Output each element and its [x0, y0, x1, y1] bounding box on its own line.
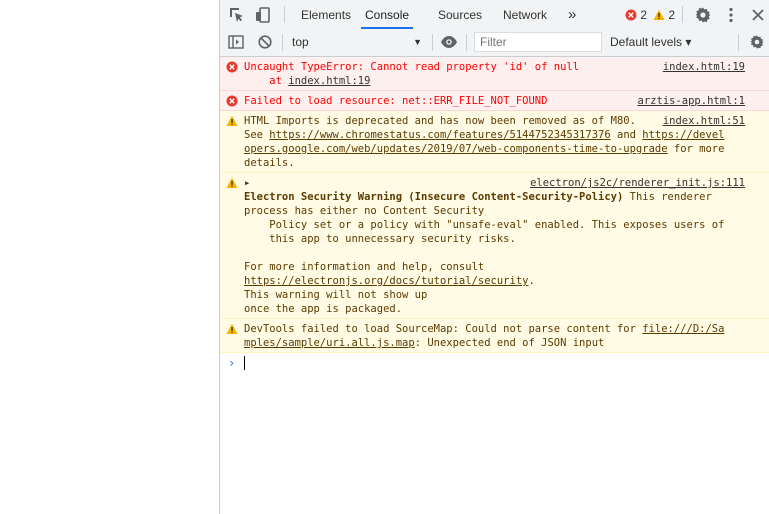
message-text-part: DevTools failed to load SourceMap: Could…	[244, 323, 643, 335]
source-link[interactable]: electron/js2c/renderer_init.js:111	[530, 176, 745, 190]
prompt-chevron-icon: ›	[228, 356, 236, 370]
warning-count: 2	[668, 8, 676, 22]
close-icon[interactable]	[749, 6, 767, 24]
source-link[interactable]: index.html:19	[663, 60, 745, 74]
more-tabs-button[interactable]: »	[568, 0, 576, 29]
tab-sources[interactable]: Sources	[438, 0, 482, 29]
console-settings-gear-icon[interactable]	[749, 34, 765, 50]
show-sidebar-icon[interactable]	[228, 34, 244, 50]
inspect-element-icon[interactable]	[228, 6, 246, 24]
message-text: process has either no Content Security	[244, 205, 485, 217]
message-text-part: for more	[667, 143, 725, 155]
warning-count-badge[interactable]: 2	[653, 7, 675, 23]
error-count-badge[interactable]: 2	[625, 7, 647, 23]
console-warning-message[interactable]: HTML Imports is deprecated and has now b…	[220, 111, 769, 173]
web-components-link[interactable]: opers.google.com/web/updates/2019/07/web…	[244, 143, 668, 155]
sourcemap-link[interactable]: mples/sample/uri.all.js.map	[244, 337, 415, 349]
toolbar-divider	[466, 34, 467, 51]
log-levels-dropdown[interactable]: Default levels ▾	[610, 31, 691, 53]
error-icon	[226, 95, 238, 107]
expand-arrow-icon[interactable]: ▸	[244, 177, 250, 189]
message-text-part: .	[528, 275, 535, 287]
console-messages: Uncaught TypeError: Cannot read property…	[220, 57, 769, 373]
context-value: top	[292, 35, 309, 49]
blank-app-area	[0, 0, 219, 514]
tabbar-divider	[682, 6, 683, 23]
electron-security-link[interactable]: https://electronjs.org/docs/tutorial/sec…	[244, 275, 528, 287]
filter-input[interactable]	[474, 32, 602, 52]
devtools-tabbar: Elements Console Sources Network » 2 2	[220, 0, 769, 30]
warning-icon	[226, 115, 238, 126]
error-count: 2	[640, 8, 648, 22]
dropdown-arrow-icon: ▼	[413, 37, 422, 47]
toolbar-divider	[282, 34, 283, 51]
stack-prefix: at	[244, 75, 289, 87]
message-text: See https://www.chromestatus.com/feature…	[244, 128, 745, 142]
message-text: https://electronjs.org/docs/tutorial/sec…	[244, 274, 745, 288]
message-text: opers.google.com/web/updates/2019/07/web…	[244, 142, 745, 156]
sourcemap-link[interactable]: file:///D:/Sa	[642, 323, 724, 335]
message-text-part: See	[244, 129, 270, 141]
tab-console[interactable]: Console	[361, 0, 414, 29]
warning-icon	[653, 9, 665, 20]
device-toolbar-icon[interactable]	[254, 6, 272, 24]
settings-gear-icon[interactable]	[694, 6, 712, 24]
console-prompt[interactable]: ›	[220, 353, 769, 373]
message-text: For more information and help, consult	[244, 261, 485, 273]
source-link[interactable]: arztis-app.html:1	[638, 94, 745, 108]
stack-trace-line: at index.html:19	[244, 74, 745, 88]
console-toolbar: top ▼ Default levels ▾	[220, 29, 769, 57]
devtools-panel: Elements Console Sources Network » 2 2 t…	[219, 0, 769, 514]
console-error-message[interactable]: Uncaught TypeError: Cannot read property…	[220, 57, 769, 91]
web-components-link[interactable]: https://devel	[642, 129, 724, 141]
message-text: DevTools failed to load SourceMap: Could…	[244, 322, 745, 336]
toolbar-divider	[738, 34, 739, 51]
live-expression-eye-icon[interactable]	[440, 34, 458, 50]
stack-link[interactable]: index.html:19	[288, 75, 370, 87]
toolbar-divider	[432, 34, 433, 51]
console-error-message[interactable]: Failed to load resource: net::ERR_FILE_N…	[220, 91, 769, 111]
message-text: once the app is packaged.	[244, 303, 403, 315]
warning-icon	[226, 323, 238, 334]
warning-icon	[226, 177, 238, 188]
error-icon	[226, 61, 238, 73]
tab-elements[interactable]: Elements	[301, 0, 351, 29]
text-caret	[244, 356, 245, 370]
message-text: Policy set or a policy with "unsafe-eval…	[244, 219, 725, 231]
console-warning-message[interactable]: DevTools failed to load SourceMap: Could…	[220, 319, 769, 353]
message-text-part: : Unexpected end of JSON input	[414, 337, 605, 349]
message-text: this app to unnecessary security risks.	[244, 233, 516, 245]
tab-network[interactable]: Network	[503, 0, 547, 29]
error-icon	[625, 9, 637, 21]
context-selector[interactable]: top ▼	[292, 31, 422, 53]
message-text: This warning will not show up	[244, 289, 428, 301]
message-title: Electron Security Warning (Insecure Cont…	[244, 191, 624, 203]
message-text-part: This renderer	[623, 191, 712, 203]
more-options-icon[interactable]	[722, 6, 740, 24]
message-text: details.	[244, 157, 295, 169]
clear-console-icon[interactable]	[257, 34, 273, 50]
chromestatus-link[interactable]: https://www.chromestatus.com/features/51…	[269, 129, 610, 141]
message-text-part: and	[610, 129, 643, 141]
source-link[interactable]: index.html:51	[663, 114, 745, 128]
message-text: mples/sample/uri.all.js.map: Unexpected …	[244, 336, 745, 350]
console-warning-message[interactable]: ▸ Electron Security Warning (Insecure Co…	[220, 173, 769, 319]
tabbar-divider	[284, 6, 285, 23]
message-text: Electron Security Warning (Insecure Cont…	[244, 190, 745, 204]
